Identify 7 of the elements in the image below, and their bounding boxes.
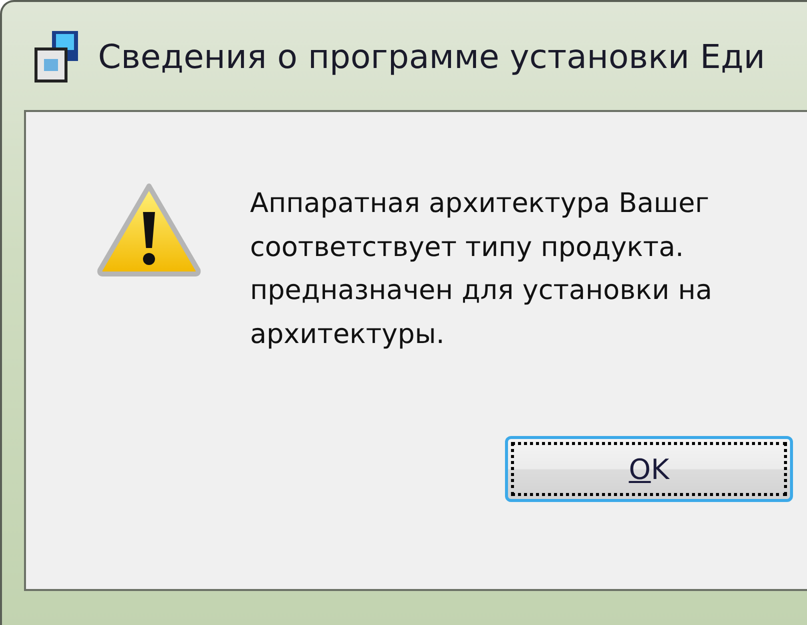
ok-button[interactable]: OK [505, 436, 793, 502]
message-text: архитектуры. [250, 318, 446, 352]
message-text: соответствует типу продукта. [250, 230, 685, 264]
window-title: Сведения о программе установки Еди [98, 36, 766, 76]
message-text: предназначен для установки на [250, 274, 712, 308]
warning-icon [96, 182, 202, 278]
message-text: Аппаратная архитектура Вашег [250, 187, 710, 221]
